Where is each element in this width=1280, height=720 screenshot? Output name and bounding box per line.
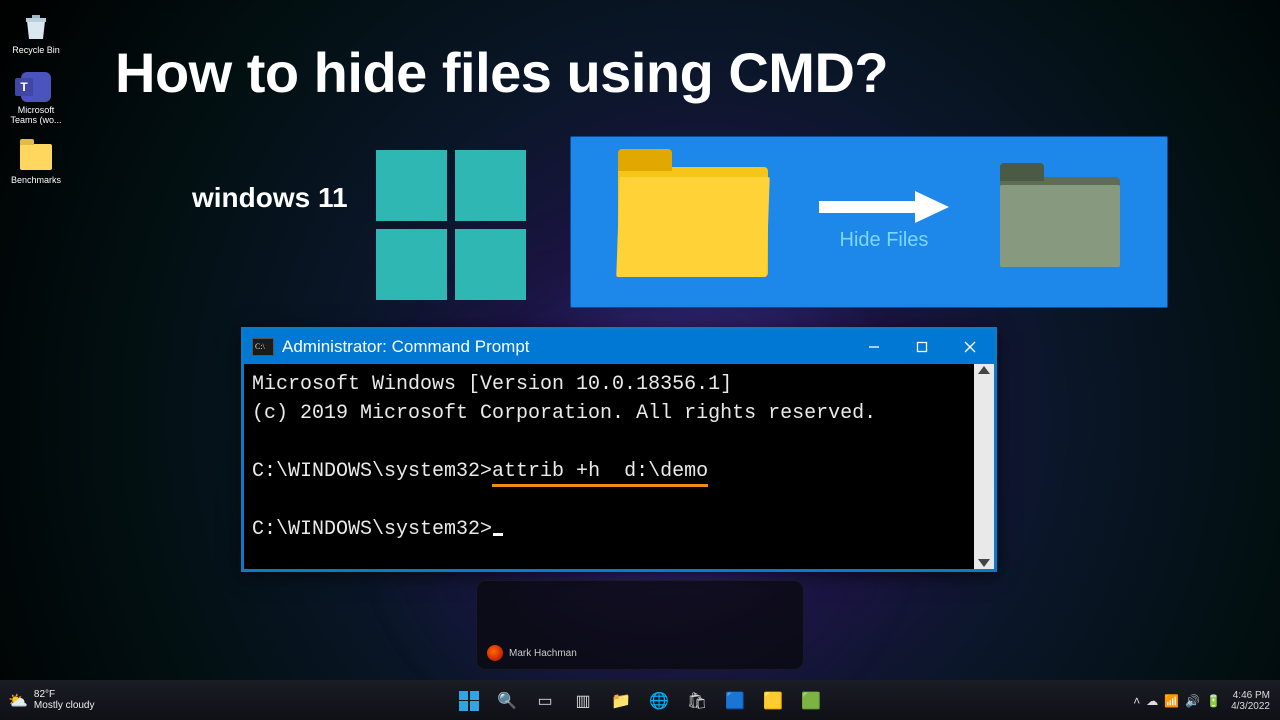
recycle-bin-icon [19, 10, 53, 44]
terminal-output[interactable]: Microsoft Windows [Version 10.0.18356.1]… [244, 364, 974, 569]
app-icon: 🟦 [725, 691, 745, 711]
start-button[interactable] [456, 688, 482, 714]
hide-files-illustration: Hide Files [570, 136, 1168, 308]
taskbar-taskview-button[interactable]: ▭ [532, 688, 558, 714]
cmd-command-attrib: attrib +h d:\demo [492, 460, 708, 487]
taskbar-app1-button[interactable]: 🟦 [722, 688, 748, 714]
headline-text: How to hide files using CMD? [115, 40, 888, 105]
desktop-widget[interactable]: Mark Hachman [476, 580, 804, 670]
taskbar-weather[interactable]: ⛅ 82°F Mostly cloudy [8, 690, 95, 711]
windows-11-logo-icon [376, 150, 526, 300]
command-prompt-window: Administrator: Command Prompt Microsoft … [241, 327, 997, 572]
taskbar-explorer-button[interactable]: 📁 [608, 688, 634, 714]
scroll-down-icon[interactable] [978, 559, 990, 567]
desktop-icon-benchmarks[interactable]: Benchmarks [6, 140, 66, 186]
tray-chevron-icon[interactable]: ˄ [1133, 694, 1140, 708]
edge-icon: 🌐 [649, 691, 669, 711]
cmd-prompt-path: C:\WINDOWS\system32> [252, 460, 492, 483]
desktop-icon-recycle-bin[interactable]: Recycle Bin [6, 10, 66, 56]
app-icon: 🟩 [801, 691, 821, 711]
tray-wifi-icon[interactable]: 📶 [1164, 694, 1179, 708]
window-titlebar[interactable]: Administrator: Command Prompt [244, 330, 994, 364]
taskbar-app2-button[interactable]: 🟨 [760, 688, 786, 714]
tray-battery-icon[interactable]: 🔋 [1206, 694, 1221, 708]
desktop-icon-teams[interactable]: Microsoft Teams (wo... [6, 70, 66, 126]
close-button[interactable] [946, 330, 994, 364]
cmd-version-line: Microsoft Windows [Version 10.0.18356.1] [252, 373, 732, 396]
weather-temp: 82°F [34, 690, 95, 701]
tray-cloud-icon[interactable]: ☁ [1146, 694, 1158, 708]
teams-icon [19, 70, 53, 104]
arrow-right-icon [819, 193, 949, 221]
scroll-up-icon[interactable] [978, 366, 990, 374]
taskbar-app3-button[interactable]: 🟩 [798, 688, 824, 714]
taskbar-tray: ˄ ☁ 📶 🔊 🔋 4:46 PM 4/3/2022 [1133, 690, 1270, 712]
maximize-button[interactable] [898, 330, 946, 364]
taskbar-center: 🔍 ▭ ▥ 📁 🌐 🛍 🟦 🟨 🟩 [456, 688, 824, 714]
folder-yellow-icon [618, 167, 768, 277]
cmd-icon [252, 338, 274, 356]
tray-volume-icon[interactable]: 🔊 [1185, 694, 1200, 708]
desktop-icon-label: Recycle Bin [12, 46, 60, 56]
taskbar: ⛅ 82°F Mostly cloudy 🔍 ▭ ▥ 📁 🌐 🛍 🟦 🟨 🟩 ˄… [0, 680, 1280, 720]
cmd-copyright-line: (c) 2019 Microsoft Corporation. All righ… [252, 402, 876, 425]
app-icon: 🟨 [763, 691, 783, 711]
store-icon: 🛍 [687, 691, 707, 711]
cmd-prompt-path: C:\WINDOWS\system32> [252, 518, 492, 541]
scrollbar[interactable] [974, 364, 994, 569]
minimize-button[interactable] [850, 330, 898, 364]
taskbar-edge-button[interactable]: 🌐 [646, 688, 672, 714]
clock-date: 4/3/2022 [1231, 701, 1270, 712]
search-icon: 🔍 [497, 691, 517, 711]
text-cursor [493, 533, 503, 536]
hide-files-label: Hide Files [840, 229, 929, 252]
avatar-icon [487, 645, 503, 661]
folder-icon [19, 140, 53, 174]
taskbar-widgets-button[interactable]: ▥ [570, 688, 596, 714]
folder-hidden-icon [1000, 177, 1120, 267]
weather-icon: ⛅ [8, 691, 28, 711]
desktop-icon-label: Microsoft Teams (wo... [6, 106, 66, 126]
weather-desc: Mostly cloudy [34, 701, 95, 712]
taskbar-clock[interactable]: 4:46 PM 4/3/2022 [1231, 690, 1270, 712]
window-title: Administrator: Command Prompt [282, 337, 530, 357]
widget-user-name: Mark Hachman [509, 648, 577, 659]
taskview-icon: ▭ [537, 691, 552, 711]
taskbar-search-button[interactable]: 🔍 [494, 688, 520, 714]
windows-start-icon [459, 691, 479, 711]
taskbar-store-button[interactable]: 🛍 [684, 688, 710, 714]
subline-text: windows 11 [192, 182, 348, 214]
desktop-icon-label: Benchmarks [11, 176, 61, 186]
file-explorer-icon: 📁 [611, 691, 631, 711]
desktop-icons: Recycle Bin Microsoft Teams (wo... Bench… [6, 10, 66, 186]
clock-time: 4:46 PM [1233, 690, 1270, 701]
widgets-icon: ▥ [575, 691, 590, 711]
